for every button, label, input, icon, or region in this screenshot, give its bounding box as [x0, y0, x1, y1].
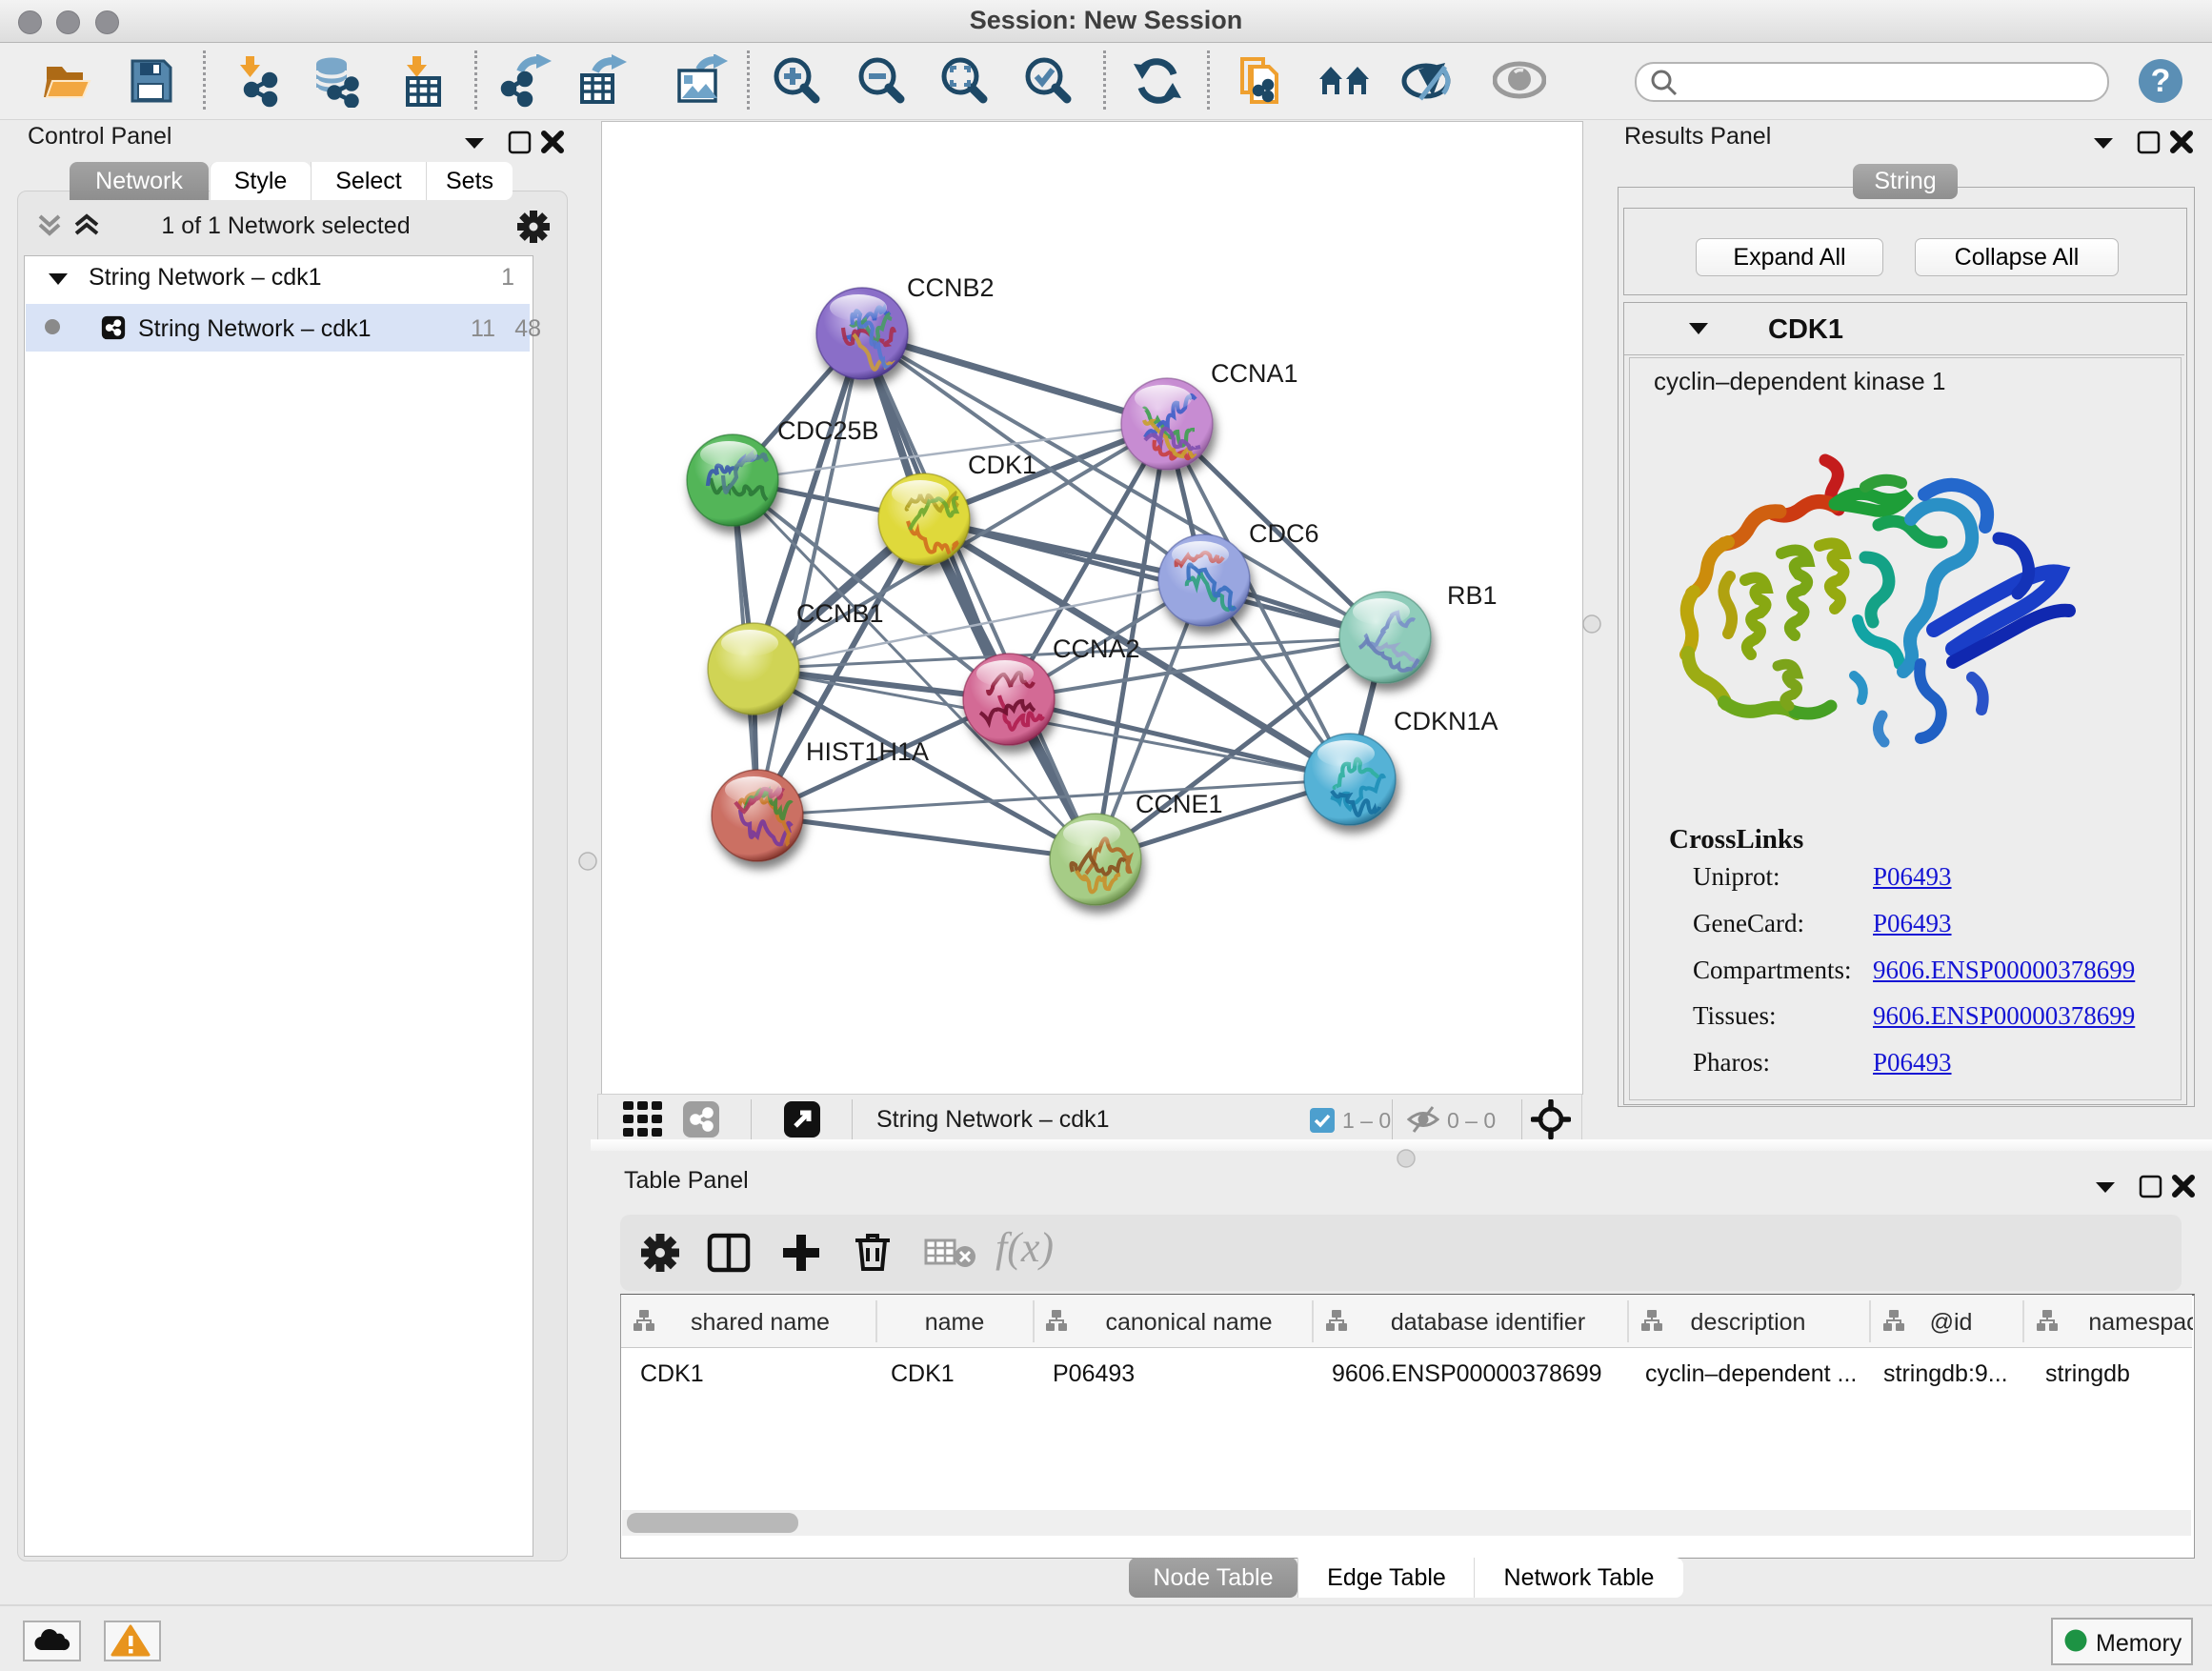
svg-text:CDC6: CDC6 [1249, 519, 1319, 548]
svg-text:database identifier: database identifier [1391, 1309, 1585, 1336]
svg-text:CCNA1: CCNA1 [1211, 359, 1298, 388]
svg-text:name: name [925, 1309, 985, 1336]
svg-text:CCNB1: CCNB1 [796, 599, 884, 628]
svg-text:CCNE1: CCNE1 [1136, 790, 1223, 818]
svg-text:@id: @id [1930, 1309, 1973, 1336]
svg-text:CDC25B: CDC25B [777, 416, 879, 445]
svg-text:CCNB2: CCNB2 [907, 273, 995, 302]
svg-text:shared name: shared name [691, 1309, 830, 1336]
svg-text:description: description [1691, 1309, 1806, 1336]
svg-text:HIST1H1A: HIST1H1A [806, 737, 929, 766]
svg-text:CDK1: CDK1 [968, 451, 1036, 479]
svg-text:CCNA2: CCNA2 [1053, 634, 1140, 663]
svg-text:canonical name: canonical name [1105, 1309, 1272, 1336]
svg-text:?: ? [2151, 63, 2171, 99]
svg-text:namespac: namespac [2088, 1309, 2193, 1336]
svg-text:RB1: RB1 [1447, 581, 1498, 610]
svg-text:CDKN1A: CDKN1A [1394, 707, 1498, 735]
